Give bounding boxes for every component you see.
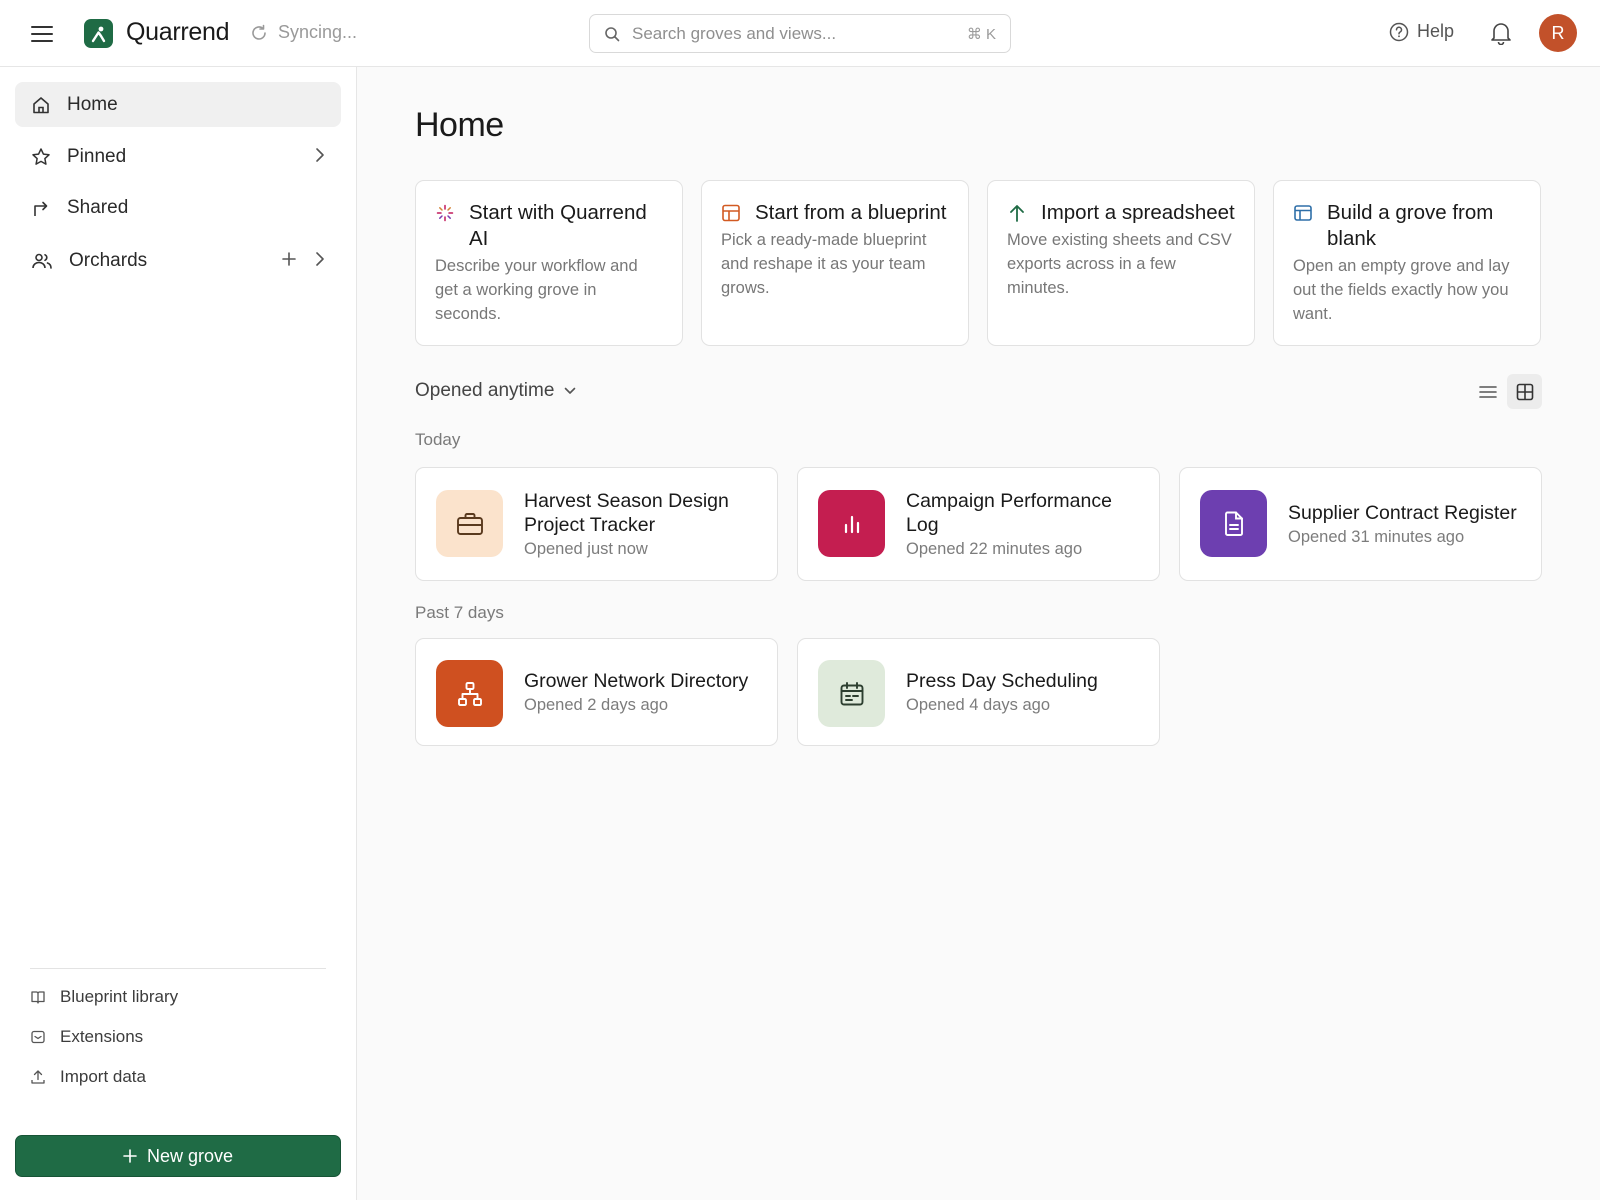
extensions-icon [30, 1029, 46, 1045]
start-card-description: Describe your workflow and get a working… [435, 257, 638, 323]
section-label-today: Today [415, 430, 461, 449]
grove-card[interactable]: Supplier Contract Register Opened 31 min… [1179, 467, 1542, 581]
grid-view-icon [1516, 383, 1534, 401]
search-icon [604, 26, 620, 42]
sync-status-text: Syncing... [278, 22, 358, 42]
top-bar: Quarrend Syncing... Search groves and vi… [0, 0, 1600, 67]
grove-card[interactable]: Campaign Performance Log Opened 22 minut… [797, 467, 1160, 581]
list-view-toggle[interactable] [1471, 375, 1505, 409]
sidebar-item-pinned[interactable]: Pinned [15, 134, 341, 179]
sparkle-icon [435, 200, 457, 226]
sidebar-item-label: Shared [67, 196, 129, 218]
opened-filter-dropdown[interactable]: Opened anytime [415, 380, 576, 402]
calendar-icon [818, 660, 885, 727]
start-card-blank-grove[interactable]: Build a grove from blank Open an empty g… [1273, 180, 1541, 346]
sidebar-item-shared[interactable]: Shared [15, 185, 341, 230]
sidebar-item-label: Pinned [67, 145, 127, 167]
grove-card[interactable]: Grower Network Directory Opened 2 days a… [415, 638, 778, 746]
grid-icon [721, 200, 743, 226]
chevron-right-icon[interactable] [315, 147, 325, 163]
notifications-bell-icon[interactable] [1490, 21, 1512, 45]
grove-name: Grower Network Directory [524, 670, 749, 692]
start-card-description: Move existing sheets and CSV exports acr… [1007, 231, 1232, 297]
sidebar-footer-blueprint-library[interactable]: Blueprint library [30, 987, 178, 1007]
sidebar-footer-label: Extensions [60, 1027, 144, 1046]
section-label-past-7-days: Past 7 days [415, 603, 504, 622]
home-icon [31, 95, 51, 115]
grove-name: Press Day Scheduling [906, 670, 1098, 692]
star-icon [31, 147, 51, 167]
grove-name: Campaign Performance Log [906, 490, 1112, 536]
users-icon [31, 251, 53, 271]
grove-opened-time: Opened 2 days ago [524, 696, 669, 714]
layout-icon [1293, 200, 1315, 226]
chevron-down-icon [564, 387, 576, 395]
start-card-title: Import a spreadsheet [1041, 201, 1235, 224]
page-title: Home [415, 106, 504, 144]
help-button[interactable]: Help [1389, 21, 1454, 42]
add-icon[interactable] [281, 251, 297, 267]
search-shortcut: ⌘ K [966, 25, 996, 43]
org-chart-icon [436, 660, 503, 727]
start-card-blueprint[interactable]: Start from a blueprint Pick a ready-made… [701, 180, 969, 346]
help-icon [1389, 22, 1409, 42]
list-icon [1478, 384, 1498, 400]
upload-icon [30, 1069, 46, 1085]
grid-view-toggle[interactable] [1507, 374, 1542, 409]
sidebar-item-label: Home [67, 93, 118, 115]
app-logo-icon[interactable] [84, 19, 113, 48]
sidebar-footer-extensions[interactable]: Extensions [30, 1027, 143, 1047]
app-name: Quarrend [126, 18, 230, 46]
share-arrow-icon [31, 198, 51, 218]
grove-name: Harvest Season Design Project Tracker [524, 490, 729, 536]
opened-filter-label: Opened anytime [415, 380, 555, 401]
grove-opened-time: Opened just now [524, 540, 648, 558]
bar-chart-icon [818, 490, 885, 557]
sidebar-footer-label: Blueprint library [60, 987, 179, 1006]
start-card-import-spreadsheet[interactable]: Import a spreadsheet Move existing sheet… [987, 180, 1255, 346]
sidebar: Home Pinned Shared Orchards Blueprint li… [0, 67, 357, 1200]
menu-icon[interactable] [28, 20, 56, 48]
user-avatar[interactable]: R [1539, 14, 1577, 52]
sidebar-item-label: Orchards [69, 249, 148, 271]
grove-name: Supplier Contract Register [1288, 502, 1517, 524]
new-grove-button[interactable]: New grove [15, 1135, 341, 1177]
refresh-icon [250, 24, 268, 42]
start-card-title: Start with Quarrend AI [469, 201, 647, 250]
grove-card[interactable]: Press Day Scheduling Opened 4 days ago [797, 638, 1160, 746]
sidebar-item-home[interactable]: Home [15, 82, 341, 127]
start-card-title: Build a grove from blank [1327, 201, 1494, 250]
sidebar-footer-import-data[interactable]: Import data [30, 1067, 146, 1087]
sidebar-footer-label: Import data [60, 1067, 146, 1086]
chevron-right-icon[interactable] [315, 251, 325, 267]
grove-opened-time: Opened 22 minutes ago [906, 540, 1083, 558]
search-bar[interactable]: Search groves and views... ⌘ K [589, 14, 1011, 53]
start-card-title: Start from a blueprint [755, 201, 947, 224]
new-grove-label: New grove [146, 1145, 234, 1166]
sync-status: Syncing... [250, 22, 357, 43]
book-icon [30, 989, 46, 1005]
grove-card[interactable]: Harvest Season Design Project Tracker Op… [415, 467, 778, 581]
help-label: Help [1417, 21, 1455, 41]
start-card-ai[interactable]: Start with Quarrend AI Describe your wor… [415, 180, 683, 346]
search-input[interactable]: Search groves and views... [632, 24, 967, 44]
sidebar-divider [30, 968, 326, 969]
start-card-description: Open an empty grove and lay out the fiel… [1293, 257, 1510, 323]
sidebar-item-orchards[interactable]: Orchards [15, 238, 341, 283]
arrow-up-icon [1007, 200, 1029, 226]
plus-icon [123, 1149, 137, 1163]
briefcase-icon [436, 490, 503, 557]
document-icon [1200, 490, 1267, 557]
grove-opened-time: Opened 31 minutes ago [1288, 528, 1465, 546]
grove-opened-time: Opened 4 days ago [906, 696, 1051, 714]
start-card-description: Pick a ready-made blueprint and reshape … [721, 231, 927, 297]
